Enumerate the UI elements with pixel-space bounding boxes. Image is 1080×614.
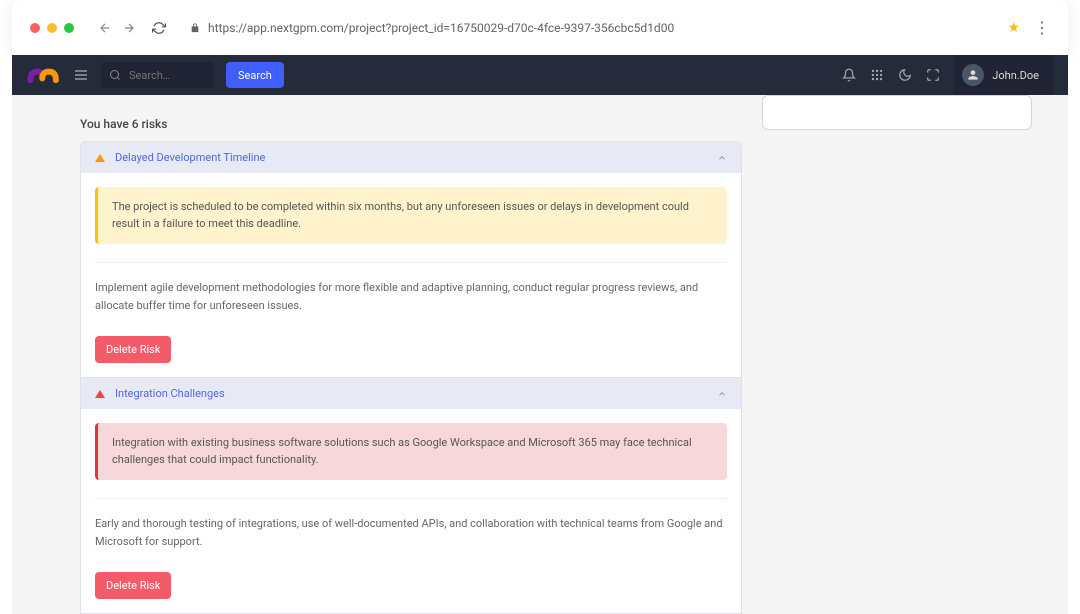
bookmark-icon[interactable]: ★ (1007, 20, 1020, 36)
window-controls (30, 23, 74, 33)
divider (95, 498, 727, 499)
risk-body: Integration with existing business softw… (81, 409, 741, 613)
reload-button[interactable] (152, 21, 166, 35)
url-bar[interactable]: https://app.nextgpm.com/project?project_… (180, 17, 993, 39)
delete-risk-button[interactable]: Delete Risk (95, 572, 171, 599)
apps-grid-icon[interactable] (870, 68, 884, 82)
divider (95, 262, 727, 263)
topbar: Search John.Doe (12, 55, 1068, 95)
maximize-window[interactable] (64, 23, 74, 33)
risk-title: Delayed Development Timeline (115, 151, 265, 164)
app-frame: Search John.Doe You have (12, 55, 1068, 614)
url-text: https://app.nextgpm.com/project?project_… (208, 21, 674, 35)
username: John.Doe (992, 69, 1039, 82)
fullscreen-icon[interactable] (926, 68, 940, 82)
risk-description: Integration with existing business softw… (95, 423, 727, 480)
logo[interactable] (27, 64, 61, 86)
risk-mitigation: Early and thorough testing of integratio… (95, 515, 727, 550)
user-menu[interactable]: John.Doe (954, 55, 1053, 95)
dark-mode-icon[interactable] (898, 68, 912, 82)
forward-button[interactable] (122, 21, 136, 35)
risk-mitigation: Implement agile development methodologie… (95, 279, 727, 314)
risks-accordion: Delayed Development Timeline The project… (80, 141, 742, 614)
risk-description: The project is scheduled to be completed… (95, 187, 727, 244)
minimize-window[interactable] (47, 23, 57, 33)
warning-icon (95, 154, 105, 162)
search-icon (109, 69, 121, 81)
risk-header-integration[interactable]: Integration Challenges (81, 377, 741, 409)
risk-title: Integration Challenges (115, 387, 225, 400)
browser-menu-icon[interactable]: ⋮ (1034, 18, 1050, 37)
browser-chrome: https://app.nextgpm.com/project?project_… (12, 0, 1068, 55)
back-button[interactable] (98, 21, 112, 35)
search-box (101, 62, 214, 88)
error-icon (95, 390, 105, 398)
risk-body: The project is scheduled to be completed… (81, 173, 741, 377)
side-panel (762, 95, 1032, 130)
chevron-up-icon (717, 389, 727, 399)
search-input[interactable] (129, 69, 214, 82)
search-button[interactable]: Search (226, 62, 284, 88)
menu-toggle-icon[interactable] (73, 67, 89, 83)
lock-icon (190, 23, 200, 33)
risks-heading: You have 6 risks (80, 117, 742, 131)
close-window[interactable] (30, 23, 40, 33)
delete-risk-button[interactable]: Delete Risk (95, 336, 171, 363)
avatar (962, 64, 984, 86)
risk-header-delayed-timeline[interactable]: Delayed Development Timeline (81, 142, 741, 173)
notifications-icon[interactable] (842, 68, 856, 82)
chevron-up-icon (717, 153, 727, 163)
